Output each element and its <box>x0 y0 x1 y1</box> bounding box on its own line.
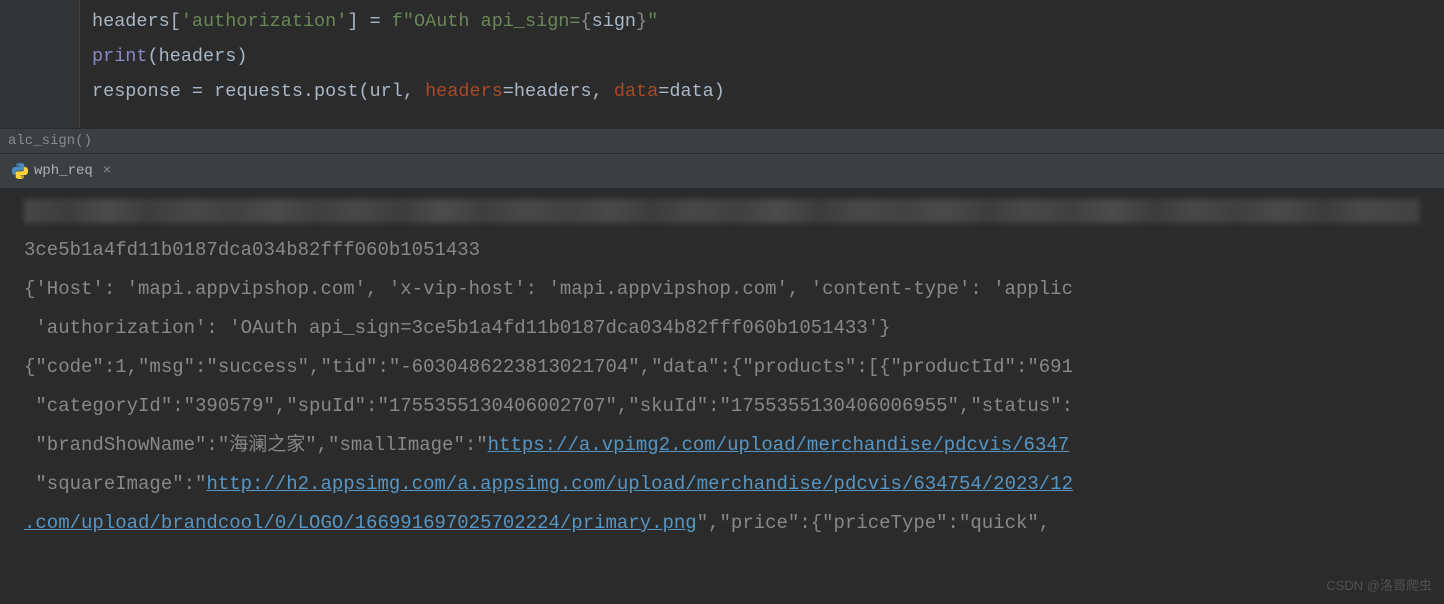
code-token: =data) <box>658 81 725 102</box>
watermark: CSDN @洛哥爬虫 <box>1326 575 1432 594</box>
console-output[interactable]: 3ce5b1a4fd11b0187dca034b82fff060b1051433… <box>0 189 1444 549</box>
console-url-link[interactable]: https://a.vpimg2.com/upload/merchandise/… <box>488 434 1070 456</box>
run-tab-bar: wph_req × <box>0 153 1444 189</box>
code-kwarg: headers <box>425 81 503 102</box>
code-var: sign <box>592 11 636 32</box>
console-content: 3ce5b1a4fd11b0187dca034b82fff060b1051433… <box>4 231 1440 543</box>
code-string: 'authorization' <box>181 11 348 32</box>
code-brace: { <box>581 11 592 32</box>
code-brace: } <box>636 11 647 32</box>
code-token: headers[ <box>92 11 181 32</box>
code-content[interactable]: headers['authorization'] = f"OAuth api_s… <box>80 0 1444 128</box>
console-line: "squareImage":" <box>24 473 206 495</box>
breadcrumb[interactable]: alc_sign() <box>0 128 1444 153</box>
code-fstring: f"OAuth api_sign= <box>392 11 581 32</box>
python-icon <box>12 163 28 179</box>
console-line: {"code":1,"msg":"success","tid":"-603048… <box>24 356 1073 378</box>
code-token: , <box>403 81 425 102</box>
code-token: (headers) <box>148 46 248 67</box>
console-url-link[interactable]: .com/upload/brandcool/0/LOGO/16699169702… <box>24 512 697 534</box>
console-line: ","price":{"priceType":"quick", <box>697 512 1050 534</box>
code-token: response = requests.post(url <box>92 81 403 102</box>
tab-wph-req[interactable]: wph_req × <box>4 159 119 183</box>
code-kwarg: data <box>614 81 658 102</box>
code-token: , <box>592 81 614 102</box>
close-icon[interactable]: × <box>103 163 111 179</box>
code-builtin: print <box>92 46 148 67</box>
console-url-link[interactable]: http://h2.appsimg.com/a.appsimg.com/uplo… <box>206 473 1073 495</box>
code-token: ] = <box>347 11 391 32</box>
code-fstring: " <box>647 11 658 32</box>
tab-label: wph_req <box>34 163 93 179</box>
redacted-line <box>24 199 1420 223</box>
console-line: {'Host': 'mapi.appvipshop.com', 'x-vip-h… <box>24 278 1073 300</box>
code-token: =headers <box>503 81 592 102</box>
editor-gutter <box>0 0 80 128</box>
console-line: 'authorization': 'OAuth api_sign=3ce5b1a… <box>24 317 891 339</box>
console-line: 3ce5b1a4fd11b0187dca034b82fff060b1051433 <box>24 239 480 261</box>
console-line: "brandShowName":"海澜之家","smallImage":" <box>24 434 488 456</box>
console-line: "categoryId":"390579","spuId":"175535513… <box>24 395 1073 417</box>
code-editor[interactable]: headers['authorization'] = f"OAuth api_s… <box>0 0 1444 128</box>
